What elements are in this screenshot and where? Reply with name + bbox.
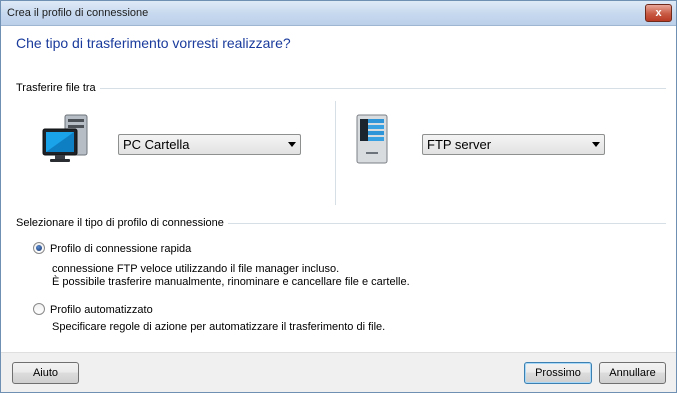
next-button[interactable]: Prossimo (524, 362, 592, 384)
quick-profile-label[interactable]: Profilo di connessione rapida (50, 243, 191, 255)
dialog-footer: Aiuto Prossimo Annullare (1, 352, 676, 392)
computer-icon (42, 114, 88, 162)
quick-profile-radio[interactable] (33, 242, 45, 254)
automated-profile-radio[interactable] (33, 303, 45, 315)
automated-profile-label[interactable]: Profilo automatizzato (50, 304, 153, 316)
quick-profile-desc-2: È possibile trasferire manualmente, rino… (52, 276, 410, 288)
title-bar[interactable]: Crea il profilo di connessione x (1, 1, 676, 26)
transfer-divider (335, 101, 336, 205)
right-location-value: FTP server (427, 137, 492, 152)
chevron-down-icon (288, 142, 296, 147)
close-button[interactable]: x (645, 4, 672, 22)
cancel-button[interactable]: Annullare (599, 362, 666, 384)
page-heading: Che tipo di trasferimento vorresti reali… (16, 35, 291, 51)
dialog-window: Crea il profilo di connessione x Che tip… (0, 0, 677, 393)
close-icon: x (655, 7, 662, 19)
chevron-down-icon (592, 142, 600, 147)
left-location-select[interactable]: PC Cartella (118, 134, 301, 155)
transfer-group-line (16, 88, 666, 89)
help-button[interactable]: Aiuto (12, 362, 79, 384)
automated-profile-desc: Specificare regole di azione per automat… (52, 321, 386, 333)
left-location-value: PC Cartella (123, 137, 190, 152)
server-icon (356, 114, 388, 164)
quick-profile-desc-1: connessione FTP veloce utilizzando il fi… (52, 263, 340, 275)
transfer-group-label: Trasferire file tra (16, 82, 100, 94)
profile-group-label: Selezionare il tipo di profilo di connes… (16, 217, 228, 229)
window-title: Crea il profilo di connessione (7, 7, 149, 19)
right-location-select[interactable]: FTP server (422, 134, 605, 155)
